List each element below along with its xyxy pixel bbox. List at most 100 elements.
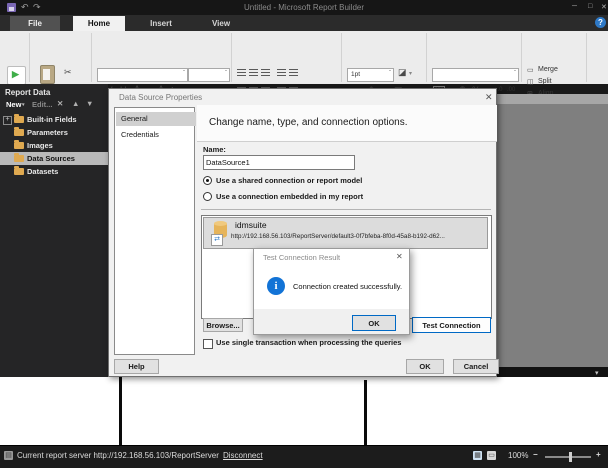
group-separator [231,33,232,82]
msgbox-close-icon[interactable]: ✕ [396,252,403,261]
merge-icon[interactable]: ▭ [527,66,534,76]
split-button[interactable]: Split [538,78,552,85]
single-transaction-label[interactable]: Use single transaction when processing t… [216,338,401,347]
dialog-cancel-button[interactable]: Cancel [453,359,499,374]
single-transaction-checkbox[interactable] [203,339,213,349]
run-button[interactable]: ▶ [7,66,26,85]
connection-url: http://192.168.56.103/ReportServer/defau… [231,233,445,240]
group-separator [91,33,92,82]
radio-embedded-connection[interactable] [203,192,212,201]
report-data-title: Report Data [5,88,50,97]
connection-list-item[interactable]: ⇄ idmsuite http://192.168.56.103/ReportS… [203,217,488,249]
tree-item-data-sources[interactable]: Data Sources [0,152,108,165]
radio-shared-connection[interactable] [203,176,212,185]
increase-indent-icon[interactable] [289,69,298,76]
folder-icon [14,168,24,175]
folder-icon [14,116,24,123]
surface-chevron-icon[interactable]: ▾ [595,369,599,377]
design-view-icon[interactable]: ▦ [473,451,482,460]
tree-item-datasets[interactable]: Datasets [0,165,108,178]
report-data-panel: Report Data New ▾ Edit... ✕ ▲ ▼ + Built-… [0,84,108,377]
font-size-select[interactable]: ˆ [188,68,230,82]
zoom-slider[interactable] [545,456,591,458]
minimize-icon[interactable]: ─ [572,3,577,10]
dialog-ok-button[interactable]: OK [406,359,444,374]
cut-icon[interactable]: ✂ [64,67,72,77]
group-separator [29,33,30,82]
new-button[interactable]: New [6,100,21,109]
move-down-icon[interactable]: ▼ [86,99,93,108]
help-icon[interactable]: ? [595,17,606,28]
nav-item-credentials[interactable]: Credentials [116,128,196,142]
ribbon: ▶ Run Views Paste ✂ ⧉ Clipboard ˆ ˆ B I … [0,31,608,84]
font-name-select[interactable]: ˆ [97,68,188,82]
group-separator [341,33,342,82]
border-fill-icon[interactable]: ◪ [398,67,407,77]
report-page[interactable] [0,377,608,445]
align-bottom-icon[interactable] [261,69,270,76]
folder-icon [14,155,24,162]
report-server-icon: ▤ [4,451,13,460]
edit-button[interactable]: Edit... [32,100,52,109]
msgbox-ok-button[interactable]: OK [352,315,396,331]
tree-item-images[interactable]: Images [0,139,108,152]
tab-view[interactable]: View [198,16,244,31]
server-status-text: Current report server http://192.168.56.… [17,451,219,460]
nav-item-general[interactable]: General [116,112,196,126]
number-format-select[interactable]: ˆ [432,68,519,82]
connection-name: idmsuite [235,220,267,230]
zoom-in-icon[interactable]: + [596,450,601,459]
paste-button[interactable] [40,65,55,84]
ribbon-tab-row: File Home Insert View [0,15,608,31]
msgbox-title: Test Connection Result [263,253,340,262]
border-fill-dropdown-icon[interactable]: ▾ [409,69,412,79]
dialog-close-icon[interactable]: ✕ [485,92,493,103]
delete-icon[interactable]: ✕ [57,99,63,108]
align-middle-icon[interactable] [249,69,258,76]
merge-button[interactable]: Merge [538,66,558,73]
disconnect-link[interactable]: Disconnect [223,451,263,460]
info-icon: i [267,277,285,295]
report-builder-window: ↶ ↷ Untitled - Microsoft Report Builder … [0,0,608,468]
status-bar: ▤ Current report server http://192.168.5… [0,445,608,468]
test-connection-button[interactable]: Test Connection [412,317,491,333]
new-dropdown-icon[interactable]: ▾ [22,102,25,108]
window-title: Untitled - Microsoft Report Builder [0,3,608,12]
tab-file[interactable]: File [10,16,60,31]
align-top-icon[interactable] [237,69,246,76]
dialog-nav-list: General Credentials [114,107,195,355]
shared-overlay-icon: ⇄ [211,234,223,246]
group-separator [426,33,427,82]
report-table-border [364,380,367,445]
zoom-level: 100% [508,451,528,460]
move-up-icon[interactable]: ▲ [72,99,79,108]
run-view-icon[interactable]: ▭ [487,451,496,460]
maximize-icon[interactable]: □ [588,3,592,10]
divider [201,209,491,210]
radio-embedded-label[interactable]: Use a connection embedded in my report [216,192,363,201]
dialog-title: Data Source Properties [119,93,202,102]
border-width-select[interactable]: 1ptˆ [347,68,394,82]
decrease-decimal-button[interactable]: .00 [507,87,515,93]
group-separator [521,33,522,82]
close-icon[interactable]: ✕ [601,3,607,11]
help-button[interactable]: Help [114,359,159,374]
decrease-indent-icon[interactable] [277,69,286,76]
test-connection-result-msgbox: Test Connection Result ✕ i Connection cr… [253,248,410,335]
folder-icon [14,142,24,149]
tab-insert[interactable]: Insert [136,16,186,31]
msgbox-message: Connection created successfully. [293,282,402,291]
expand-icon[interactable]: + [3,116,12,125]
dialog-headline: Change name, type, and connection option… [209,117,407,128]
folder-icon [14,129,24,136]
browse-button[interactable]: Browse... [203,318,243,332]
name-input[interactable] [203,155,355,170]
zoom-out-icon[interactable]: − [533,450,538,459]
tab-home[interactable]: Home [73,16,125,31]
group-separator [586,33,587,82]
tree-item-built-in-fields[interactable]: + Built-in Fields [0,113,108,126]
radio-shared-label[interactable]: Use a shared connection or report model [216,176,362,185]
split-icon[interactable]: ◫ [527,78,534,88]
tree-item-parameters[interactable]: Parameters [0,126,108,139]
zoom-slider-thumb[interactable] [569,452,572,462]
